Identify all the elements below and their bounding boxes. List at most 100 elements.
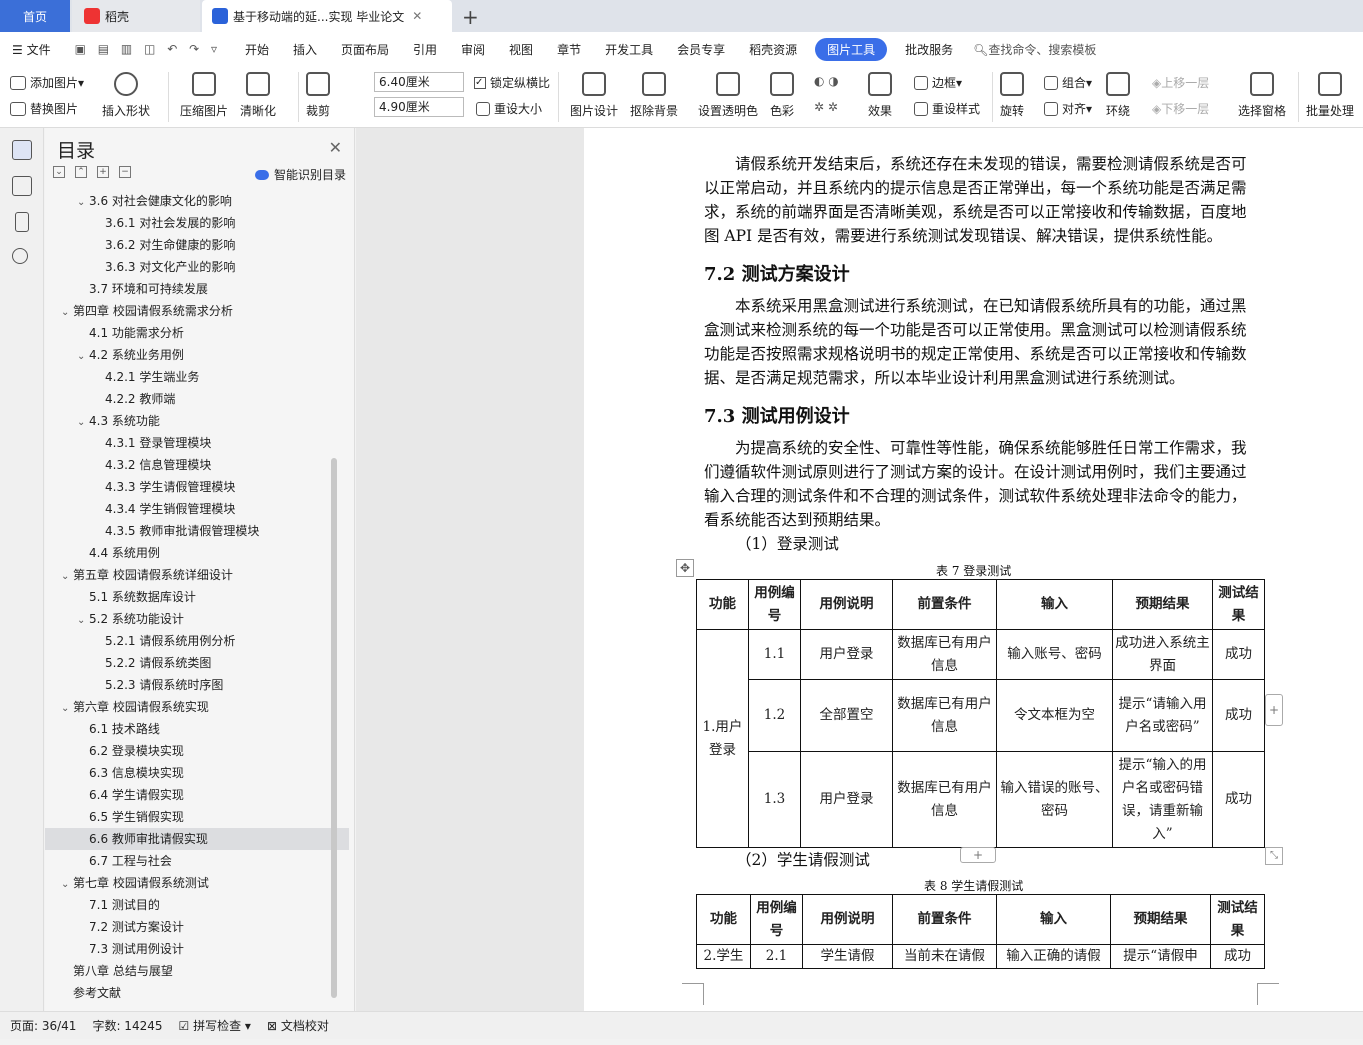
toc-item[interactable]: ⌄ 3.6 对社会健康文化的影响: [45, 190, 349, 212]
toc-item[interactable]: 4.3.2 信息管理模块: [45, 454, 349, 476]
brightness-icons[interactable]: ◐ ◑: [814, 74, 839, 88]
crop-button[interactable]: 裁剪: [306, 72, 330, 119]
align-button[interactable]: 对齐 ▾: [1044, 100, 1092, 117]
toc-item[interactable]: 3.6.2 对生命健康的影响: [45, 234, 349, 256]
toc-item[interactable]: ⌄ 第七章 校园请假系统测试: [45, 872, 349, 894]
chevron-down-icon[interactable]: ⌄: [61, 302, 73, 324]
toc-item[interactable]: 6.1 技术路线: [45, 718, 349, 740]
tab-document[interactable]: 基于移动端的延...实现 毕业论文 ✕: [202, 0, 452, 32]
toc-item[interactable]: 7.3 测试用例设计: [45, 938, 349, 960]
menu-item-insert[interactable]: 插入: [281, 41, 329, 58]
send-backward-button[interactable]: ◈ 下移一层: [1152, 100, 1209, 117]
menu-item-start[interactable]: 开始: [233, 41, 281, 58]
toc-item[interactable]: ⌄ 4.3 系统功能: [45, 410, 349, 432]
toc-item[interactable]: 3.6.3 对文化产业的影响: [45, 256, 349, 278]
group-button[interactable]: 组合 ▾: [1044, 74, 1092, 91]
remove-background-button[interactable]: 抠除背景: [630, 72, 678, 119]
toc-item[interactable]: ⌄ 第四章 校园请假系统需求分析: [45, 300, 349, 322]
toc-item[interactable]: 5.1 系统数据库设计: [45, 586, 349, 608]
chapter-icon[interactable]: [12, 176, 32, 196]
menu-item-correction[interactable]: 批改服务: [893, 41, 965, 58]
tab-daoke[interactable]: 稻壳: [72, 0, 200, 32]
bookmark-icon[interactable]: [15, 212, 29, 232]
border-button[interactable]: 边框 ▾: [914, 74, 962, 91]
toc-item[interactable]: 4.3.1 登录管理模块: [45, 432, 349, 454]
toc-item[interactable]: 第八章 总结与展望: [45, 960, 349, 982]
chevron-down-icon[interactable]: ⌄: [77, 346, 89, 368]
tab-home[interactable]: 首页: [0, 0, 70, 32]
word-count[interactable]: 字数: 14245: [92, 1017, 162, 1034]
select-pane-button[interactable]: 选择窗格: [1238, 72, 1286, 119]
chevron-down-icon[interactable]: ⌄: [77, 192, 89, 214]
toc-item[interactable]: 6.4 学生请假实现: [45, 784, 349, 806]
insert-shape-button[interactable]: 插入形状: [102, 72, 150, 119]
set-transparent-button[interactable]: 设置透明色: [698, 72, 758, 119]
chevron-down-icon[interactable]: ⌄: [61, 874, 73, 896]
bring-forward-button[interactable]: ◈ 上移一层: [1152, 74, 1209, 91]
toc-item[interactable]: 6.2 登录模块实现: [45, 740, 349, 762]
menu-item-view[interactable]: 视图: [497, 41, 545, 58]
rotate-button[interactable]: 旋转: [1000, 72, 1024, 119]
toc-item[interactable]: 7.1 测试目的: [45, 894, 349, 916]
toc-item[interactable]: 4.3.5 教师审批请假管理模块: [45, 520, 349, 542]
compress-image-button[interactable]: 压缩图片: [180, 72, 228, 119]
menu-item-review[interactable]: 审阅: [449, 41, 497, 58]
proofread-button[interactable]: ⊠ 文档校对: [267, 1017, 329, 1034]
toc-item[interactable]: 6.7 工程与社会: [45, 850, 349, 872]
height-input[interactable]: 4.90厘米: [374, 97, 464, 117]
toc-item[interactable]: 5.2.2 请假系统类图: [45, 652, 349, 674]
toc-item[interactable]: 4.4 系统用例: [45, 542, 349, 564]
chevron-down-icon[interactable]: ⌄: [61, 566, 73, 588]
menu-item-layout[interactable]: 页面布局: [329, 41, 401, 58]
chevron-down-icon[interactable]: ⌄: [61, 698, 73, 720]
smart-toc-button[interactable]: 智能识别目录: [255, 166, 346, 183]
toc-item[interactable]: 3.7 环境和可持续发展: [45, 278, 349, 300]
add-image-button[interactable]: 添加图片 ▾: [10, 74, 84, 91]
scrollbar[interactable]: [331, 458, 337, 998]
toc-item[interactable]: ⌄ 第六章 校园请假系统实现: [45, 696, 349, 718]
search-icon[interactable]: [12, 248, 28, 264]
toc-item[interactable]: 参考文献: [45, 982, 349, 1004]
replace-image-button[interactable]: 替换图片: [10, 100, 78, 117]
menu-item-member[interactable]: 会员专享: [665, 41, 737, 58]
expand-icon[interactable]: ⌄: [53, 166, 65, 178]
chevron-down-icon[interactable]: ⌄: [77, 610, 89, 632]
new-tab-plus-icon[interactable]: +: [462, 5, 479, 29]
toc-item[interactable]: 4.3.3 学生请假管理模块: [45, 476, 349, 498]
effect-button[interactable]: 效果: [868, 72, 892, 119]
toc-item[interactable]: 5.2.1 请假系统用例分析: [45, 630, 349, 652]
close-icon[interactable]: ✕: [329, 138, 342, 157]
contrast-icons[interactable]: ✲ ✲: [814, 100, 838, 114]
collapse-icon[interactable]: ⌃: [75, 166, 87, 178]
add-level-icon[interactable]: +: [97, 166, 109, 178]
toc-item[interactable]: 5.2.3 请假系统时序图: [45, 674, 349, 696]
spell-check-button[interactable]: ☑ 拼写检查 ▾: [179, 1017, 251, 1034]
menu-item-daoke-resource[interactable]: 稻壳资源: [737, 41, 809, 58]
batch-process-button[interactable]: 批量处理: [1306, 72, 1354, 119]
page-count[interactable]: 页面: 36/41: [10, 1017, 76, 1034]
outline-icon[interactable]: [12, 140, 32, 160]
toc-item[interactable]: ⌄ 5.2 系统功能设计: [45, 608, 349, 630]
toc-item[interactable]: ⌄ 4.2 系统业务用例: [45, 344, 349, 366]
picture-design-button[interactable]: 图片设计: [570, 72, 618, 119]
toc-item[interactable]: ⌄ 第五章 校园请假系统详细设计: [45, 564, 349, 586]
lock-ratio-checkbox[interactable]: ✓ 锁定纵横比: [474, 74, 550, 91]
quick-access-icons[interactable]: ▣ ▤ ▥ ◫ ↶ ↷ ▿: [63, 42, 233, 56]
command-search[interactable]: 🔍︎查找命令、搜索模板: [973, 41, 1096, 58]
menu-item-devtools[interactable]: 开发工具: [593, 41, 665, 58]
toc-item[interactable]: 3.6.1 对社会发展的影响: [45, 212, 349, 234]
remove-level-icon[interactable]: −: [119, 166, 131, 178]
width-input[interactable]: 6.40厘米: [374, 72, 464, 92]
toc-item[interactable]: 6.6 教师审批请假实现: [45, 828, 349, 850]
toc-item[interactable]: 4.2.1 学生端业务: [45, 366, 349, 388]
wrap-button[interactable]: 环绕: [1106, 72, 1130, 119]
sharpen-button[interactable]: 清晰化: [240, 72, 276, 119]
table-move-handle-icon[interactable]: ✥: [676, 559, 694, 577]
menu-item-picture-tools[interactable]: 图片工具: [815, 37, 888, 61]
toc-item[interactable]: 4.1 功能需求分析: [45, 322, 349, 344]
menu-file[interactable]: ☰ 文件: [0, 41, 63, 58]
chevron-down-icon[interactable]: ⌄: [77, 412, 89, 434]
reset-style-button[interactable]: 重设样式: [914, 100, 980, 117]
menu-item-reference[interactable]: 引用: [401, 41, 449, 58]
menu-item-chapter[interactable]: 章节: [545, 41, 593, 58]
